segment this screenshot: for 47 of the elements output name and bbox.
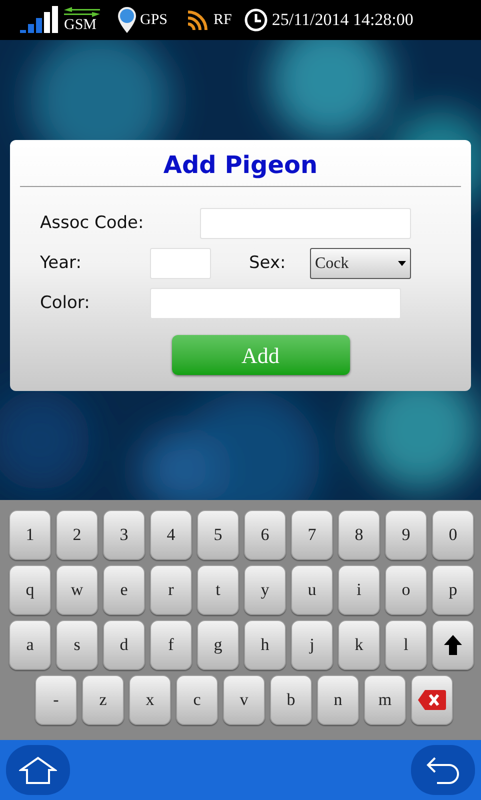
keyboard-key[interactable]: c xyxy=(176,675,218,725)
keyboard-key[interactable]: l xyxy=(385,620,427,670)
keyboard-key[interactable]: a xyxy=(9,620,51,670)
keyboard-key[interactable]: d xyxy=(103,620,145,670)
keyboard-key[interactable]: r xyxy=(150,565,192,615)
keyboard-key[interactable]: 9 xyxy=(385,510,427,560)
keyboard-key[interactable]: y xyxy=(244,565,286,615)
keyboard-key[interactable]: f xyxy=(150,620,192,670)
keyboard-key[interactable]: 7 xyxy=(291,510,333,560)
keyboard-key[interactable]: 3 xyxy=(103,510,145,560)
keyboard-key[interactable]: h xyxy=(244,620,286,670)
keyboard-key[interactable]: u xyxy=(291,565,333,615)
keyboard-key[interactable]: o xyxy=(385,565,427,615)
keyboard-key[interactable]: z xyxy=(82,675,124,725)
keyboard-key[interactable]: s xyxy=(56,620,98,670)
keyboard-key[interactable]: - xyxy=(35,675,77,725)
keyboard-key[interactable]: v xyxy=(223,675,265,725)
keyboard-key[interactable]: g xyxy=(197,620,239,670)
keyboard-key[interactable]: t xyxy=(197,565,239,615)
date-time: 25/11/2014 14:28:00 xyxy=(272,9,414,32)
keyboard-key[interactable]: 0 xyxy=(432,510,474,560)
field-label: Color: xyxy=(40,292,91,315)
keyboard-key[interactable]: j xyxy=(291,620,333,670)
field-label: Sex: xyxy=(249,252,287,275)
keyboard-key[interactable]: 6 xyxy=(244,510,286,560)
keyboard-key[interactable]: e xyxy=(103,565,145,615)
keyboard-key[interactable]: 5 xyxy=(197,510,239,560)
keyboard-key[interactable]: 4 xyxy=(150,510,192,560)
field-label: Assoc Code: xyxy=(40,212,145,235)
keyboard-key[interactable]: n xyxy=(317,675,359,725)
keyboard-key[interactable]: m xyxy=(364,675,406,725)
keyboard-key[interactable]: k xyxy=(338,620,380,670)
keyboard-key[interactable]: p xyxy=(432,565,474,615)
keyboard-key[interactable]: w xyxy=(56,565,98,615)
keyboard-key[interactable]: 8 xyxy=(338,510,380,560)
keyboard-key[interactable]: b xyxy=(270,675,312,725)
gps-label: GPS xyxy=(140,10,168,30)
dialog-title: Add Pigeon xyxy=(162,150,319,180)
keyboard-key[interactable]: q xyxy=(9,565,51,615)
keyboard-key[interactable]: 2 xyxy=(56,510,98,560)
network-label: GSM xyxy=(64,17,97,33)
keyboard-key[interactable]: x xyxy=(129,675,171,725)
sex-dropdown[interactable]: Cock xyxy=(310,248,411,279)
rf-label: RF xyxy=(214,10,232,30)
keyboard-key[interactable]: i xyxy=(338,565,380,615)
field-label: Year: xyxy=(40,252,82,275)
keyboard-key[interactable]: 1 xyxy=(9,510,51,560)
